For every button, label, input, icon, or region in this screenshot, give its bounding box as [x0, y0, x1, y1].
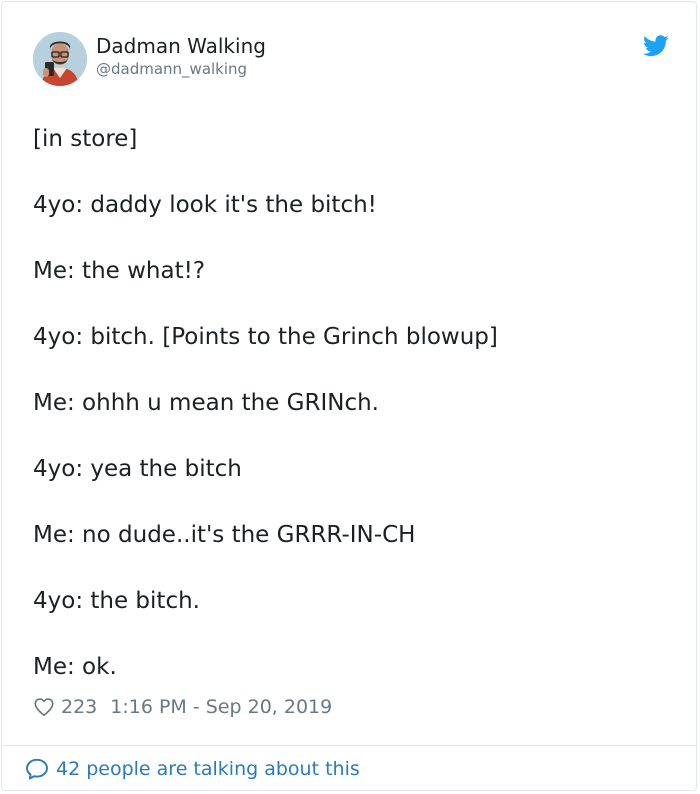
conversation-link[interactable]: 42 people are talking about this	[24, 756, 360, 782]
twitter-bird-icon[interactable]	[643, 35, 669, 57]
tweet-card: Dadman Walking @dadmann_walking [in stor…	[1, 1, 697, 791]
tweet-meta: 223 1:16 PM - Sep 20, 2019	[33, 694, 332, 720]
author-handle[interactable]: @dadmann_walking	[96, 60, 247, 78]
like-count[interactable]: 223	[61, 696, 97, 718]
tweet-line: Me: the what!?	[33, 258, 206, 284]
heart-icon[interactable]	[33, 696, 55, 718]
avatar[interactable]	[33, 32, 87, 86]
tweet-line: Me: ohhh u mean the GRINch.	[33, 390, 379, 416]
tweet-line: [in store]	[33, 126, 138, 152]
timestamp[interactable]: 1:16 PM - Sep 20, 2019	[110, 696, 332, 718]
conversation-label[interactable]: 42 people are talking about this	[56, 758, 360, 780]
tweet-line: 4yo: bitch. [Points to the Grinch blowup…	[33, 324, 498, 350]
tweet-text: [in store] 4yo: daddy look it's the bitc…	[33, 123, 653, 717]
tweet-line: 4yo: yea the bitch	[33, 456, 242, 482]
tweet-line: Me: no dude..it's the GRRR-IN-CH	[33, 522, 416, 548]
author-name[interactable]: Dadman Walking	[96, 34, 266, 58]
tweet-line: Me: ok.	[33, 654, 117, 680]
tweet-line: 4yo: the bitch.	[33, 588, 200, 614]
tweet-line: 4yo: daddy look it's the bitch!	[33, 192, 377, 218]
avatar-image	[33, 32, 87, 86]
tweet-header: Dadman Walking @dadmann_walking	[33, 32, 696, 90]
speech-bubble-icon	[24, 756, 50, 782]
divider	[2, 745, 696, 746]
